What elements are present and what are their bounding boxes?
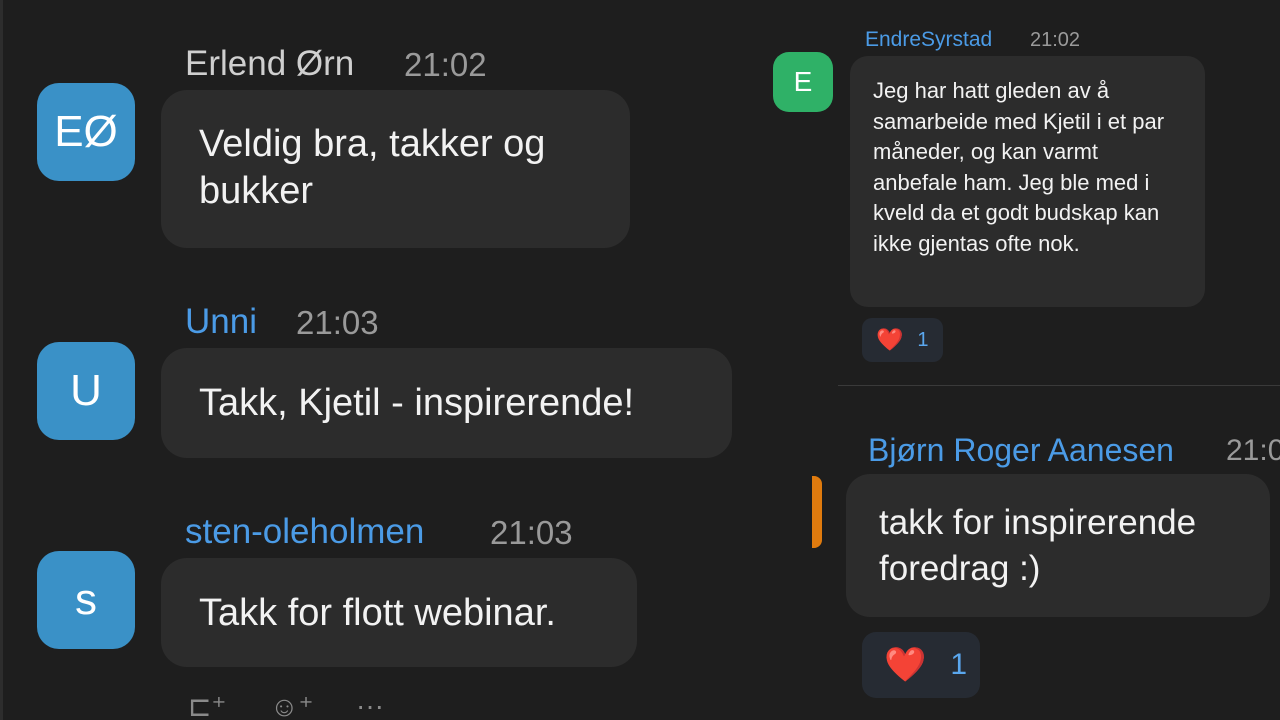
panel-border — [0, 0, 3, 720]
message-text: Takk, Kjetil - inspirerende! — [199, 382, 635, 424]
highlight-marker — [812, 476, 822, 548]
message-bubble[interactable]: Jeg har hatt gleden av å samarbeide med … — [850, 56, 1205, 307]
sender-name[interactable]: Unni — [185, 302, 257, 342]
message-time: 21:02 — [404, 46, 487, 83]
message-text: takk for inspirerende foredrag :) — [879, 503, 1197, 588]
section-divider — [838, 385, 1280, 386]
message-text: Takk for flott webinar. — [199, 592, 556, 634]
message-time: 21:03 — [490, 514, 573, 551]
avatar[interactable]: EØ — [37, 83, 135, 181]
message-bubble[interactable]: Takk, Kjetil - inspirerende! — [161, 348, 732, 458]
message-text: Jeg har hatt gleden av å samarbeide med … — [873, 78, 1165, 256]
sender-name[interactable]: Erlend Ørn — [185, 44, 354, 84]
message-bubble[interactable]: Takk for flott webinar. — [161, 558, 637, 667]
avatar[interactable]: E — [773, 52, 833, 112]
reaction-chip[interactable]: ❤️ 1 — [862, 632, 980, 698]
more-icon[interactable]: ··· — [356, 690, 384, 720]
heart-icon: ❤️ — [884, 646, 927, 684]
message-bubble[interactable]: Veldig bra, takker og bukker — [161, 90, 630, 248]
sender-name[interactable]: EndreSyrstad — [865, 28, 992, 52]
message-time: 21:02 — [1030, 29, 1081, 51]
message-bubble[interactable]: takk for inspirerende foredrag :) — [846, 474, 1270, 617]
message-time: 21:0 — [1226, 434, 1280, 467]
add-reply-icon[interactable]: ⊏⁺ — [188, 690, 226, 720]
message-text: Veldig bra, takker og bukker — [199, 123, 546, 212]
chat-panel: EØ Erlend Ørn 21:02 Veldig bra, takker o… — [0, 0, 1280, 720]
reaction-count: 1 — [950, 648, 968, 681]
avatar[interactable]: U — [37, 342, 135, 440]
sender-name[interactable]: Bjørn Roger Aanesen — [868, 432, 1174, 469]
sender-name[interactable]: sten-oleholmen — [185, 512, 424, 552]
avatar[interactable]: s — [37, 551, 135, 649]
message-time: 21:03 — [296, 304, 379, 341]
reaction-chip[interactable]: ❤️ 1 — [862, 318, 943, 362]
add-emoji-icon[interactable]: ☺⁺ — [270, 690, 313, 720]
heart-icon: ❤️ — [876, 327, 904, 352]
reaction-count: 1 — [917, 328, 929, 351]
